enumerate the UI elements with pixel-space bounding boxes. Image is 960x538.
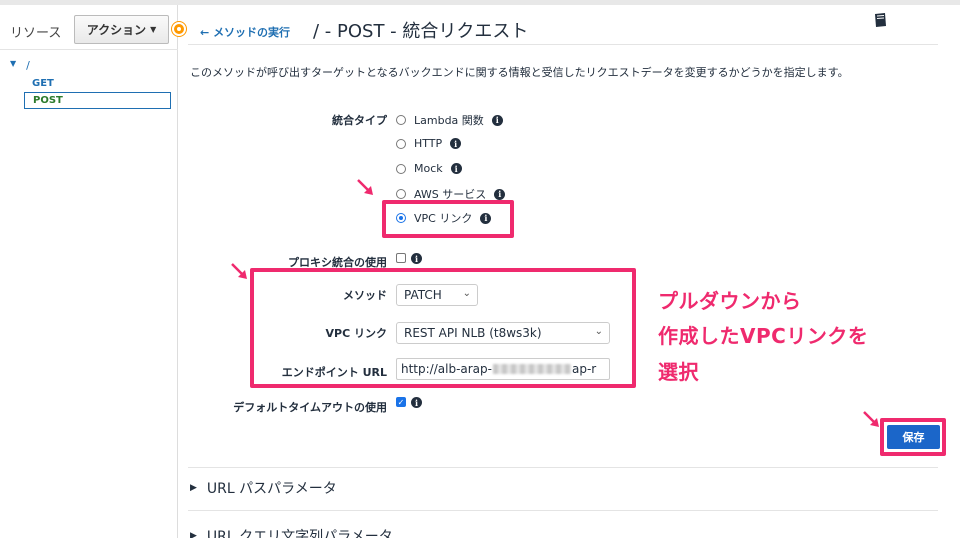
tree-item-root[interactable]: ▼ /: [10, 59, 30, 72]
highlight-vpc-link: [382, 200, 514, 238]
divider: [0, 49, 178, 50]
annotation-line-3: 選択: [658, 360, 699, 384]
section-url-query-params[interactable]: ▶ URL クエリ文字列パラメータ: [190, 526, 393, 538]
info-icon[interactable]: i: [494, 188, 506, 200]
divider: [188, 467, 938, 468]
book-icon[interactable]: [873, 12, 888, 29]
tree-item-post[interactable]: POST: [24, 92, 171, 109]
tree-root-label: /: [26, 59, 30, 72]
radio-button[interactable]: [396, 163, 406, 174]
info-icon[interactable]: i: [491, 114, 503, 126]
endpoint-url-prefix: http://alb-arap-: [401, 362, 492, 376]
annotation-line-1: プルダウンから: [658, 289, 802, 313]
vpc-link-select[interactable]: REST API NLB (t8ws3k) ⌄: [396, 322, 610, 344]
arrow-left-icon: ←: [200, 26, 210, 39]
radio-button[interactable]: [396, 189, 406, 199]
tree-item-get[interactable]: GET: [32, 78, 54, 89]
proxy-checkbox[interactable]: [396, 253, 406, 263]
back-link-label: メソッドの実行: [213, 26, 291, 39]
vpc-link-label: VPC リンク: [325, 327, 387, 340]
endpoint-url-label: エンドポイント URL: [281, 366, 387, 379]
resources-label: リソース: [10, 26, 62, 41]
endpoint-url-input[interactable]: http://alb-arap- ap-r: [396, 358, 610, 380]
redacted-blur: [492, 364, 571, 374]
caret-down-icon[interactable]: ▼: [10, 59, 16, 72]
timeout-checkbox[interactable]: ✓: [396, 397, 406, 407]
back-link[interactable]: ← メソッドの実行: [200, 24, 290, 40]
actions-button-label: アクション: [86, 23, 147, 37]
method-select[interactable]: PATCH ⌄: [396, 284, 478, 306]
radio-label: HTTP: [414, 137, 443, 150]
radio-label: Mock: [414, 162, 443, 175]
info-icon[interactable]: i: [411, 253, 422, 264]
vpc-link-select-value: REST API NLB (t8ws3k): [404, 326, 542, 340]
endpoint-url-suffix: ap-r: [571, 362, 597, 376]
divider: [188, 510, 938, 511]
page-description: このメソッドが呼び出すターゲットとなるバックエンドに関する情報と受信したリクエス…: [190, 66, 849, 79]
radio-label: Lambda 関数: [414, 114, 484, 127]
method-label: メソッド: [343, 289, 387, 302]
section-title: URL パスパラメータ: [206, 481, 337, 497]
radio-button[interactable]: [396, 115, 406, 125]
caret-down-icon: ▼: [150, 25, 157, 34]
page-title: / - POST - 統合リクエスト: [313, 21, 529, 42]
info-icon[interactable]: i: [450, 138, 462, 149]
radio-http[interactable]: HTTP i: [396, 137, 462, 150]
timeout-label: デフォルトタイムアウトの使用: [233, 401, 387, 414]
info-icon[interactable]: i: [411, 397, 422, 408]
pink-arrow-icon: [863, 411, 879, 427]
resources-sidebar: リソース アクション ▼ ▼ / GET POST: [0, 5, 178, 538]
resize-handle[interactable]: [172, 22, 186, 36]
pink-arrow-icon: [231, 263, 247, 279]
caret-right-icon: ▶: [190, 531, 197, 538]
radio-lambda[interactable]: Lambda 関数 i: [396, 112, 503, 128]
radio-button[interactable]: [396, 138, 406, 149]
save-button[interactable]: 保存: [887, 425, 940, 449]
info-icon[interactable]: i: [450, 163, 462, 174]
actions-button[interactable]: アクション ▼: [74, 15, 169, 44]
chevron-down-icon: ⌄: [462, 288, 471, 299]
method-select-value: PATCH: [404, 288, 442, 302]
radio-mock[interactable]: Mock i: [396, 162, 462, 175]
divider: [188, 44, 938, 45]
caret-right-icon: ▶: [190, 483, 197, 493]
section-title: URL クエリ文字列パラメータ: [206, 529, 393, 538]
pink-arrow-icon: [357, 179, 373, 195]
section-url-path-params[interactable]: ▶ URL パスパラメータ: [190, 478, 337, 498]
annotation-line-2: 作成したVPCリンクを: [658, 324, 869, 348]
chevron-down-icon: ⌄: [594, 326, 603, 337]
integration-type-label: 統合タイプ: [332, 114, 387, 127]
